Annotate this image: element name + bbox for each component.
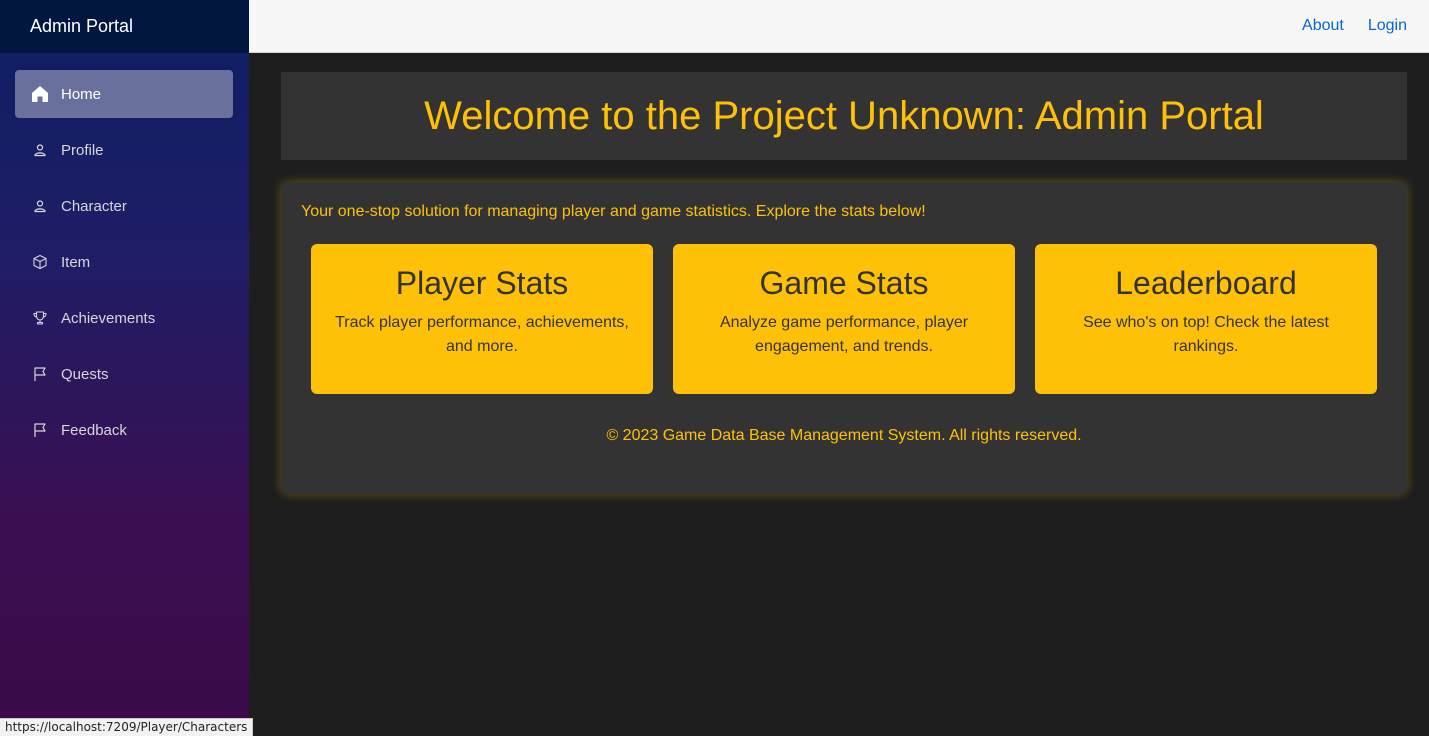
trophy-icon xyxy=(31,309,49,327)
login-link[interactable]: Login xyxy=(1368,17,1407,35)
card-text: Analyze game performance, player engagem… xyxy=(719,314,969,355)
person-icon xyxy=(31,197,49,215)
sidebar-item-label: Quests xyxy=(61,365,109,383)
sidebar-item-feedback[interactable]: Feedback xyxy=(15,406,233,454)
sidebar-item-home[interactable]: Home xyxy=(15,70,233,118)
browser-status-bar: https://localhost:7209/Player/Characters xyxy=(0,718,254,736)
box-icon xyxy=(31,253,49,271)
sidebar-item-label: Profile xyxy=(61,141,104,159)
stats-panel: Your one-stop solution for managing play… xyxy=(281,182,1407,494)
home-icon xyxy=(31,85,49,103)
sidebar-item-character[interactable]: Character xyxy=(15,182,233,230)
sidebar-item-label: Item xyxy=(61,253,91,271)
sidebar-item-item[interactable]: Item xyxy=(15,238,233,286)
sidebar-item-label: Character xyxy=(61,197,127,215)
card-title: Leaderboard xyxy=(1115,265,1297,301)
card-title: Player Stats xyxy=(395,265,569,301)
brand-title[interactable]: Admin Portal xyxy=(0,0,249,53)
page-title: Welcome to the Project Unknown: Admin Po… xyxy=(281,72,1407,160)
copyright-footer: © 2023 Game Data Base Management System.… xyxy=(606,427,1082,444)
sidebar: Admin Portal Home Profile Character Item… xyxy=(0,0,249,736)
leaderboard-card[interactable]: Leaderboard See who's on top! Check the … xyxy=(1035,244,1377,394)
flag-icon xyxy=(31,365,49,383)
player-stats-card[interactable]: Player Stats Track player performance, a… xyxy=(311,244,653,394)
tagline: Your one-stop solution for managing play… xyxy=(301,203,926,220)
sidebar-item-quests[interactable]: Quests xyxy=(15,350,233,398)
flag-icon xyxy=(31,421,49,439)
sidebar-item-label: Feedback xyxy=(61,421,127,439)
sidebar-nav: Home Profile Character Item Achievements… xyxy=(0,53,249,454)
card-text: Track player performance, achievements, … xyxy=(335,314,629,355)
card-text: See who's on top! Check the latest ranki… xyxy=(1083,314,1329,355)
main-content: Welcome to the Project Unknown: Admin Po… xyxy=(249,54,1429,736)
top-bar: About Login xyxy=(249,0,1429,53)
sidebar-item-label: Achievements xyxy=(61,309,156,327)
sidebar-item-profile[interactable]: Profile xyxy=(15,126,233,174)
app-root: Admin Portal Home Profile Character Item… xyxy=(0,0,1429,736)
game-stats-card[interactable]: Game Stats Analyze game performance, pla… xyxy=(673,244,1015,394)
sidebar-item-achievements[interactable]: Achievements xyxy=(15,294,233,342)
person-icon xyxy=(31,141,49,159)
card-title: Game Stats xyxy=(759,265,929,301)
about-link[interactable]: About xyxy=(1302,17,1344,35)
sidebar-item-label: Home xyxy=(61,85,102,103)
